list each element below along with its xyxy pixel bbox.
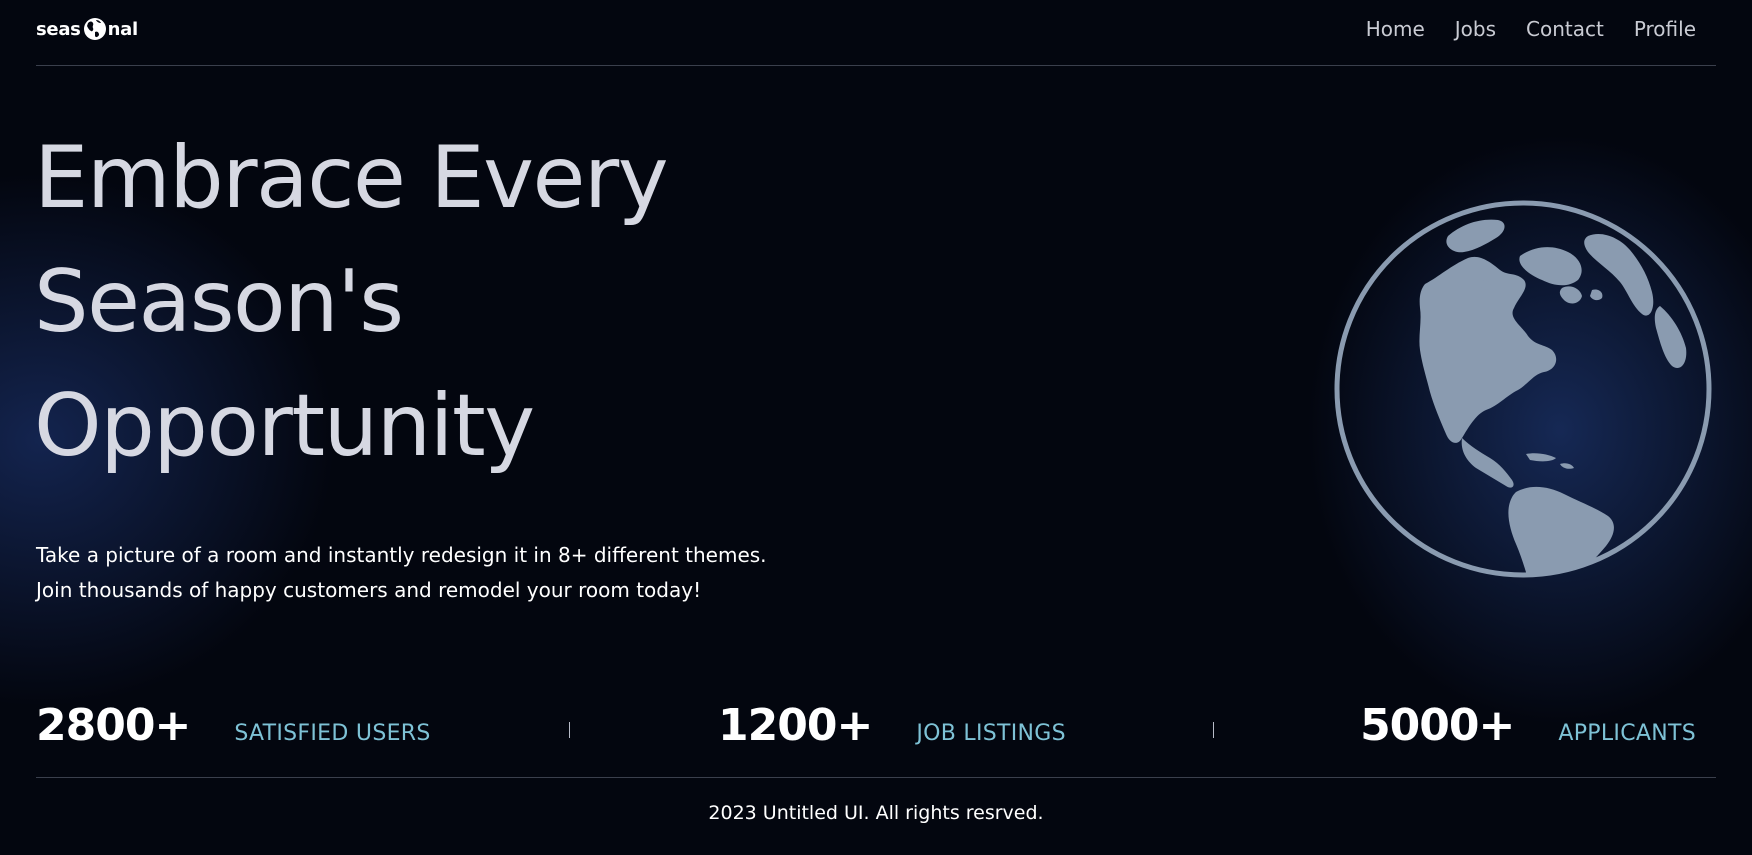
logo[interactable]: seas nal	[36, 17, 138, 41]
stats-bar: 2800+ SATISFIED USERS 1200+ JOB LISTINGS…	[36, 700, 1716, 778]
main-nav: Home Jobs Contact Profile	[1366, 17, 1696, 41]
stat-divider	[569, 722, 570, 738]
logo-text-left: seas	[36, 18, 81, 40]
copyright-text: 2023 Untitled UI. All rights resrved.	[708, 802, 1044, 824]
nav-contact[interactable]: Contact	[1526, 17, 1604, 41]
globe-americas-icon	[1334, 200, 1712, 578]
hero-title-line-3: Opportunity	[34, 376, 535, 476]
stat-divider	[1213, 722, 1214, 738]
stat-value: 2800+	[36, 700, 191, 751]
stat-job-listings: 1200+ JOB LISTINGS	[718, 700, 1066, 751]
stat-satisfied-users: 2800+ SATISFIED USERS	[36, 700, 431, 751]
hero-title-line-2: Season's	[34, 252, 404, 352]
hero-description: Take a picture of a room and instantly r…	[36, 538, 836, 608]
nav-profile[interactable]: Profile	[1634, 17, 1696, 41]
logo-text-right: nal	[107, 18, 139, 40]
stat-value: 1200+	[718, 700, 873, 751]
stat-label: SATISFIED USERS	[234, 721, 431, 746]
site-footer: 2023 Untitled UI. All rights resrved.	[0, 802, 1752, 824]
hero-description-line-1: Take a picture of a room and instantly r…	[36, 543, 767, 567]
hero-description-line-2: Join thousands of happy customers and re…	[36, 578, 702, 602]
hero-title: Embrace Every Season's Opportunity	[34, 116, 794, 488]
hero-title-line-1: Embrace Every	[34, 128, 669, 228]
hero-globe	[1330, 196, 1716, 582]
stat-value: 5000+	[1360, 700, 1515, 751]
stat-label: JOB LISTINGS	[916, 721, 1066, 746]
site-header: seas nal Home Jobs Contact Profile	[36, 0, 1716, 66]
nav-jobs[interactable]: Jobs	[1455, 17, 1496, 41]
nav-home[interactable]: Home	[1366, 17, 1425, 41]
stat-applicants: 5000+ APPLICANTS	[1360, 700, 1696, 751]
stat-label: APPLICANTS	[1558, 721, 1696, 746]
globe-icon	[83, 18, 106, 40]
landing-page: seas nal Home Jobs Contact Profile Embra…	[0, 0, 1752, 855]
